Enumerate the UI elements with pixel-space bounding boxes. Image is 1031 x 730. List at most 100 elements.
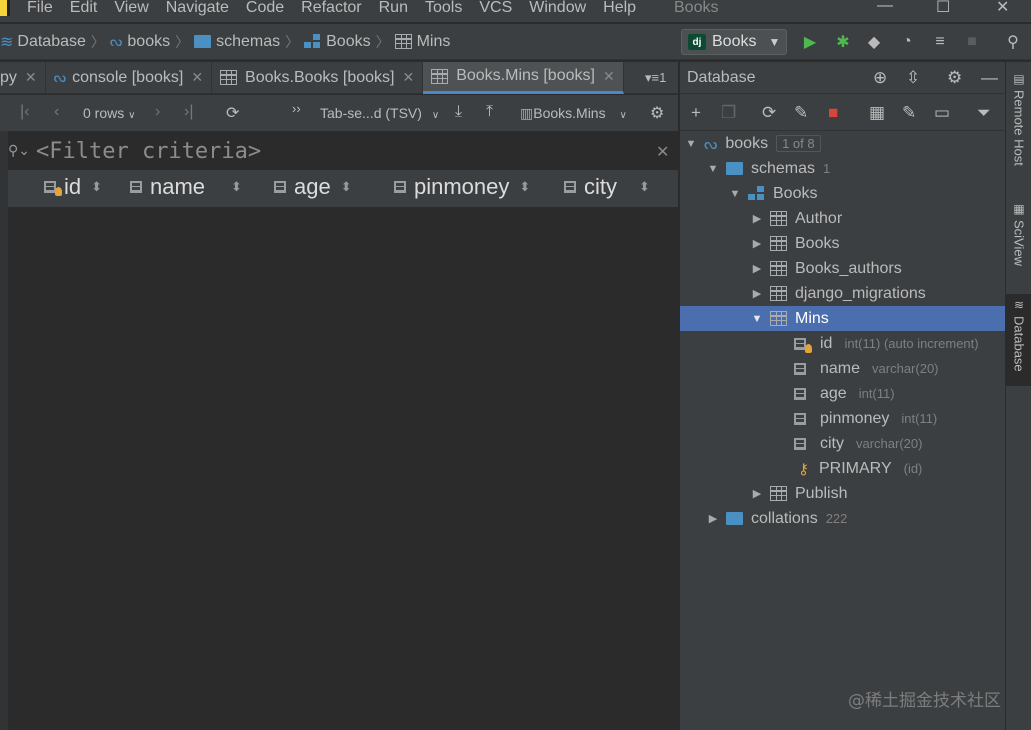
stop-icon[interactable]: ■	[962, 32, 982, 52]
console-icon[interactable]: ▭	[934, 103, 950, 123]
close-window-icon[interactable]: ✕	[996, 0, 1009, 17]
run-configuration-select[interactable]: dj Books ▼	[681, 29, 787, 55]
expanded-arrow-icon[interactable]: ▼	[706, 163, 720, 175]
tree-node-primary-key[interactable]: ⚷ PRIMARY (id)	[680, 456, 1006, 481]
tree-node-column[interactable]: city varchar(20)	[680, 431, 1006, 456]
rows-count-select[interactable]: 0 rows ∨	[83, 105, 135, 121]
side-tab-sciview[interactable]: ▦ SciView	[1006, 202, 1031, 282]
more-actions-icon[interactable]: ››	[292, 101, 301, 116]
collapsed-arrow-icon[interactable]: ▶	[750, 212, 764, 225]
run-icon[interactable]: ▶	[800, 32, 820, 52]
coverage-icon[interactable]: ◆	[864, 32, 884, 52]
breadcrumb-mins[interactable]: Mins	[417, 33, 451, 51]
hide-icon[interactable]: —	[981, 68, 998, 88]
tab-books-books[interactable]: Books.Books [books] ✕	[212, 61, 424, 94]
copy-icon[interactable]: ❐	[721, 103, 736, 123]
collapsed-arrow-icon[interactable]: ▶	[750, 487, 764, 500]
sort-icon[interactable]: ⬍	[519, 179, 530, 195]
expanded-arrow-icon[interactable]: ▼	[684, 138, 698, 150]
maximize-icon[interactable]: ☐	[936, 0, 950, 17]
collapsed-arrow-icon[interactable]: ▶	[706, 512, 720, 525]
close-icon[interactable]: ✕	[402, 69, 414, 86]
tree-node-table[interactable]: ▶ Books_authors	[680, 256, 1006, 281]
tab-console[interactable]: ᔓ console [books] ✕	[46, 61, 213, 94]
collapsed-arrow-icon[interactable]: ▶	[750, 287, 764, 300]
export-format-select[interactable]: Tab-se...d (TSV) ∨	[320, 105, 439, 121]
settings-icon[interactable]: ⚙	[650, 103, 664, 123]
tree-node-column[interactable]: name varchar(20)	[680, 356, 1006, 381]
filter-input[interactable]: <Filter criteria>	[36, 139, 261, 164]
tab-books-mins[interactable]: Books.Mins [books] ✕	[423, 61, 624, 94]
tab-overflow-menu[interactable]: ▾≡1	[645, 70, 666, 86]
tab-py[interactable]: py ✕	[0, 61, 46, 94]
tree-node-schemas[interactable]: ▼ schemas 1	[680, 156, 1006, 181]
previous-page-icon[interactable]: ‹	[54, 103, 59, 121]
close-icon[interactable]: ✕	[25, 69, 37, 86]
menu-run[interactable]: Run	[379, 0, 408, 16]
menu-help[interactable]: Help	[603, 0, 636, 16]
crosshair-icon[interactable]: ⊕	[873, 68, 887, 88]
side-tab-database[interactable]: ≋ Database	[1006, 294, 1031, 386]
stop-icon[interactable]: ■	[828, 103, 838, 123]
close-icon[interactable]: ✕	[603, 68, 615, 85]
close-icon[interactable]: ✕	[191, 69, 203, 86]
table-context-select[interactable]: ▥Books.Mins ∨	[520, 105, 627, 122]
column-header-pinmoney[interactable]: pinmoney ⬍	[394, 174, 530, 200]
sort-icon[interactable]: ⬍	[231, 179, 242, 195]
column-header-city[interactable]: city ⬍	[564, 174, 650, 200]
column-header-name[interactable]: name ⬍	[130, 174, 242, 200]
menu-file[interactable]: File	[27, 0, 53, 16]
debug-icon[interactable]: ✱	[833, 32, 853, 52]
add-icon[interactable]: +	[691, 103, 701, 123]
first-page-icon[interactable]: |‹	[20, 103, 29, 121]
tree-node-books[interactable]: ▼ ᔓ books 1 of 8	[680, 131, 1006, 156]
clear-filter-icon[interactable]: ✕	[656, 142, 669, 162]
menu-code[interactable]: Code	[246, 0, 284, 16]
tree-node-table[interactable]: ▶ Books	[680, 231, 1006, 256]
last-page-icon[interactable]: ›|	[184, 103, 193, 121]
tree-node-table[interactable]: ▶ django_migrations	[680, 281, 1006, 306]
sort-icon[interactable]: ⬍	[91, 179, 102, 195]
tree-node-column[interactable]: id int(11) (auto increment)	[680, 331, 1006, 356]
concurrency-icon[interactable]: ≡	[930, 32, 950, 52]
column-header-age[interactable]: age ⬍	[274, 174, 352, 200]
menu-navigate[interactable]: Navigate	[166, 0, 229, 16]
breadcrumb-books[interactable]: books	[127, 33, 170, 51]
expanded-arrow-icon[interactable]: ▼	[750, 313, 764, 325]
refresh-icon[interactable]: ⟳	[762, 103, 776, 123]
sort-icon[interactable]: ⬍	[639, 179, 650, 195]
menu-tools[interactable]: Tools	[425, 0, 462, 16]
download-icon[interactable]: ⤓	[455, 103, 462, 121]
tree-node-table[interactable]: ▶ Author	[680, 206, 1006, 231]
menu-window[interactable]: Window	[529, 0, 586, 16]
tree-node-books-schema[interactable]: ▼ Books	[680, 181, 1006, 206]
sync-icon[interactable]: ✎	[794, 103, 808, 123]
breadcrumb-books-schema[interactable]: Books	[326, 33, 370, 51]
column-header-id[interactable]: id ⬍	[44, 174, 102, 200]
tree-node-collations[interactable]: ▶ collations 222	[680, 506, 1006, 531]
edit-icon[interactable]: ✎	[902, 103, 916, 123]
side-tab-remote-host[interactable]: ▤ Remote Host	[1006, 72, 1031, 182]
minimize-icon[interactable]: —	[877, 0, 893, 15]
menu-view[interactable]: View	[114, 0, 148, 16]
filter-icon[interactable]: ⏷	[977, 103, 991, 123]
refresh-icon[interactable]: ⟳	[226, 103, 239, 123]
upload-icon[interactable]: ⤒	[486, 103, 493, 121]
filter-bar[interactable]: ⚲⌄ <Filter criteria>	[8, 134, 678, 168]
tree-node-mins[interactable]: ▼ Mins	[680, 306, 1006, 331]
menu-vcs[interactable]: VCS	[479, 0, 512, 16]
search-icon[interactable]: ⚲	[1003, 32, 1023, 52]
menu-refactor[interactable]: Refactor	[301, 0, 361, 16]
expanded-arrow-icon[interactable]: ▼	[728, 188, 742, 200]
tree-node-column[interactable]: age int(11)	[680, 381, 1006, 406]
breadcrumb-schemas[interactable]: schemas	[216, 33, 280, 51]
breadcrumb-database[interactable]: Database	[17, 33, 86, 51]
table-view-icon[interactable]: ▦	[869, 103, 885, 123]
tree-node-column[interactable]: pinmoney int(11)	[680, 406, 1006, 431]
menu-edit[interactable]: Edit	[70, 0, 98, 16]
sort-icon[interactable]: ⬍	[341, 179, 352, 195]
collapse-icon[interactable]: ⇳	[906, 68, 920, 88]
collapsed-arrow-icon[interactable]: ▶	[750, 237, 764, 250]
tree-node-publish[interactable]: ▶ Publish	[680, 481, 1006, 506]
gear-icon[interactable]: ⚙	[947, 68, 962, 88]
